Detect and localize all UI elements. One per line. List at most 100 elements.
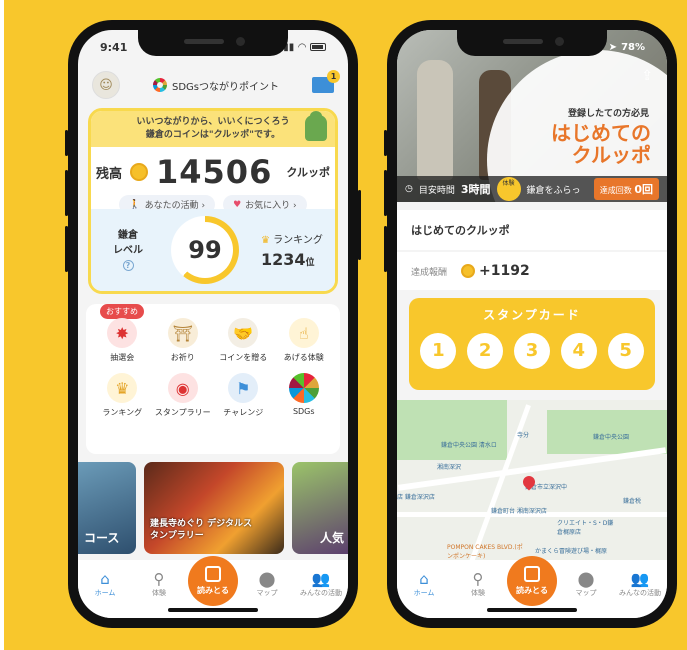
power-button: [358, 190, 361, 260]
banner-line1: いいつながりから、いいくにつくろう: [136, 117, 290, 127]
stamp-slot[interactable]: 2: [467, 333, 504, 369]
stamp-card: スタンプカード 1 2 3 4 5: [409, 298, 655, 390]
location-icon: ➤: [608, 41, 618, 53]
heart-icon: ♥: [233, 199, 242, 210]
map-pin-icon: ⬤: [577, 570, 595, 588]
nav-experience[interactable]: ⚲ 体験: [456, 570, 500, 598]
menu-stamp-rally[interactable]: ◉ スタンプラリー: [153, 373, 214, 418]
volume-up-button: [384, 170, 387, 216]
carousel-slide-kenchoji[interactable]: 建長寺めぐり デジタルスタンプラリー: [144, 462, 284, 554]
menu-challenge[interactable]: ⚑ チャレンジ: [213, 373, 274, 418]
level-label-line1: 鎌倉: [118, 229, 138, 241]
carousel-slide-popular[interactable]: 人気: [292, 462, 348, 554]
coin-icon: [461, 264, 476, 278]
app-logo: SDGsつながりポイント: [152, 78, 279, 93]
menu-label: あげる体験: [283, 353, 324, 362]
menu-prayer[interactable]: ⛩ お祈り: [153, 318, 214, 363]
balance-unit: クルッポ: [286, 166, 330, 179]
mute-switch: [384, 130, 387, 156]
recommend-tag: おすすめ: [100, 304, 144, 319]
mail-icon[interactable]: 1: [311, 70, 340, 93]
slide-label: コース: [84, 531, 120, 545]
scan-button[interactable]: 読みとる: [507, 556, 557, 606]
hero-title-line1: はじめての: [551, 121, 651, 145]
handshake-icon: 🤝: [228, 318, 259, 348]
volume-down-button: [65, 226, 68, 272]
slide-label: 人気: [320, 531, 345, 545]
map-label: 寺分: [517, 432, 530, 439]
nav-label: 体験: [152, 589, 166, 597]
map-label: POMPON CAKES BLVD.(ポンポンケーキ): [447, 544, 523, 560]
menu-card: おすすめ ✸ 抽選会 ⛩ お祈り 🤝 コインを贈る ☝ あげる体験 ♛ ランキング ◉ スタ…: [86, 304, 340, 454]
completion-count: 達成回数 0回: [593, 178, 659, 200]
stamp-slot[interactable]: 3: [513, 333, 550, 369]
quest-screen: ➤ 78% 登録したての方必見 はじめての クルッポ ◷ 目安時間 3時間 体験 …: [397, 30, 667, 618]
phone-home-screen: 9:41 ▮▮▮ ◠ ☺ SDGsつながりポイント 1 いいつながりから、いいくに…: [65, 20, 361, 628]
stamp-card-title: スタンプカード: [483, 308, 581, 322]
nav-label: 体験: [471, 589, 485, 597]
menu-sdgs[interactable]: SDGs: [274, 373, 335, 418]
home-icon: ⌂: [419, 570, 429, 588]
home-screen: 9:41 ▮▮▮ ◠ ☺ SDGsつながりポイント 1 いいつながりから、いいくに…: [78, 30, 348, 618]
nav-experience[interactable]: ⚲ 体験: [137, 570, 181, 598]
count-label: 達成回数: [599, 186, 632, 195]
map-label: 鎌倉中央公園: [593, 434, 630, 441]
volume-down-button: [384, 226, 387, 272]
nav-label: みんなの活動: [300, 589, 342, 597]
nav-home[interactable]: ⌂ ホーム: [83, 570, 127, 598]
menu-label: 抽選会: [110, 353, 135, 362]
home-indicator: [487, 608, 577, 612]
experience-badge: 体験: [496, 177, 521, 201]
stamp-slot[interactable]: 1: [420, 333, 457, 369]
balance-label: 残高: [95, 166, 122, 182]
walker-icon: 🚶: [129, 199, 141, 210]
level-label: 鎌倉 レベル ?: [103, 228, 153, 273]
lottery-icon: ✸: [107, 318, 138, 348]
menu-label: コインを贈る: [219, 353, 268, 362]
nav-label: マップ: [256, 589, 278, 597]
scan-button[interactable]: 読みとる: [188, 556, 238, 606]
menu-ranking[interactable]: ♛ ランキング: [92, 373, 153, 418]
sdgs-icon: [288, 373, 319, 403]
help-icon[interactable]: ?: [122, 259, 134, 271]
nav-home[interactable]: ⌂ ホーム: [402, 570, 446, 598]
reward-row: 達成報酬 +1192: [397, 252, 667, 290]
kamakura-banner: いいつながりから、いいくにつくろう 鎌倉のコインは"クルッポ"です。: [91, 111, 335, 147]
coin-icon: [130, 163, 148, 181]
mail-badge: 1: [326, 70, 340, 83]
nav-community[interactable]: 👥 みんなの活動: [618, 570, 662, 598]
experience-icon: ☝: [288, 318, 319, 348]
count-value: 0回: [634, 183, 653, 196]
nav-map[interactable]: ⬤ マップ: [564, 570, 608, 598]
scan-label: 読みとる: [516, 586, 548, 595]
duration-value: 3時間: [460, 183, 491, 196]
sdgs-logo-icon: [152, 78, 167, 92]
map-label: 湘南深沢: [437, 464, 462, 471]
share-icon[interactable]: ⇪: [641, 68, 653, 84]
nav-map[interactable]: ⬤ マップ: [245, 570, 289, 598]
carousel-slide-course[interactable]: コース: [78, 462, 136, 554]
menu-experience[interactable]: ☝ あげる体験: [274, 318, 335, 363]
menu-lottery[interactable]: ✸ 抽選会: [92, 318, 153, 363]
status-time: 9:41: [100, 40, 128, 54]
map-park-area: [397, 400, 507, 460]
qr-icon: [524, 566, 540, 582]
ranking-info[interactable]: ♛ ランキング 1234位: [261, 231, 323, 269]
stamp-list: 1 2 3 4 5: [409, 333, 655, 369]
event-carousel: コース 建長寺めぐり デジタルスタンプラリー 人気: [78, 462, 348, 554]
logo-text: SDGsつながりポイント: [171, 81, 279, 93]
level-panel: 鎌倉 レベル ? 99 ♛ ランキング 1234位: [91, 209, 335, 291]
notch: [457, 30, 607, 56]
avatar[interactable]: ☺: [92, 71, 120, 99]
balance-card: いいつながりから、いいくにつくろう 鎌倉のコインは"クルッポ"です。 残高 14…: [88, 108, 338, 294]
map-view[interactable]: 鎌倉中央公園 清水ロ 鎌倉中央公園 鎌倉市立深沢中 湘南深沢 鎌倉町台 湘南深沢…: [397, 400, 667, 570]
search-icon: ⚲: [153, 570, 165, 588]
app-header: ☺ SDGsつながりポイント 1: [78, 64, 348, 106]
mute-switch: [65, 130, 68, 156]
level-value: 99: [188, 236, 222, 264]
menu-give-coin[interactable]: 🤝 コインを贈る: [213, 318, 274, 363]
nav-community[interactable]: 👥 みんなの活動: [299, 570, 343, 598]
stamp-slot[interactable]: 5: [607, 333, 644, 369]
quest-title: はじめてのクルッポ: [397, 210, 667, 250]
stamp-slot[interactable]: 4: [560, 333, 597, 369]
